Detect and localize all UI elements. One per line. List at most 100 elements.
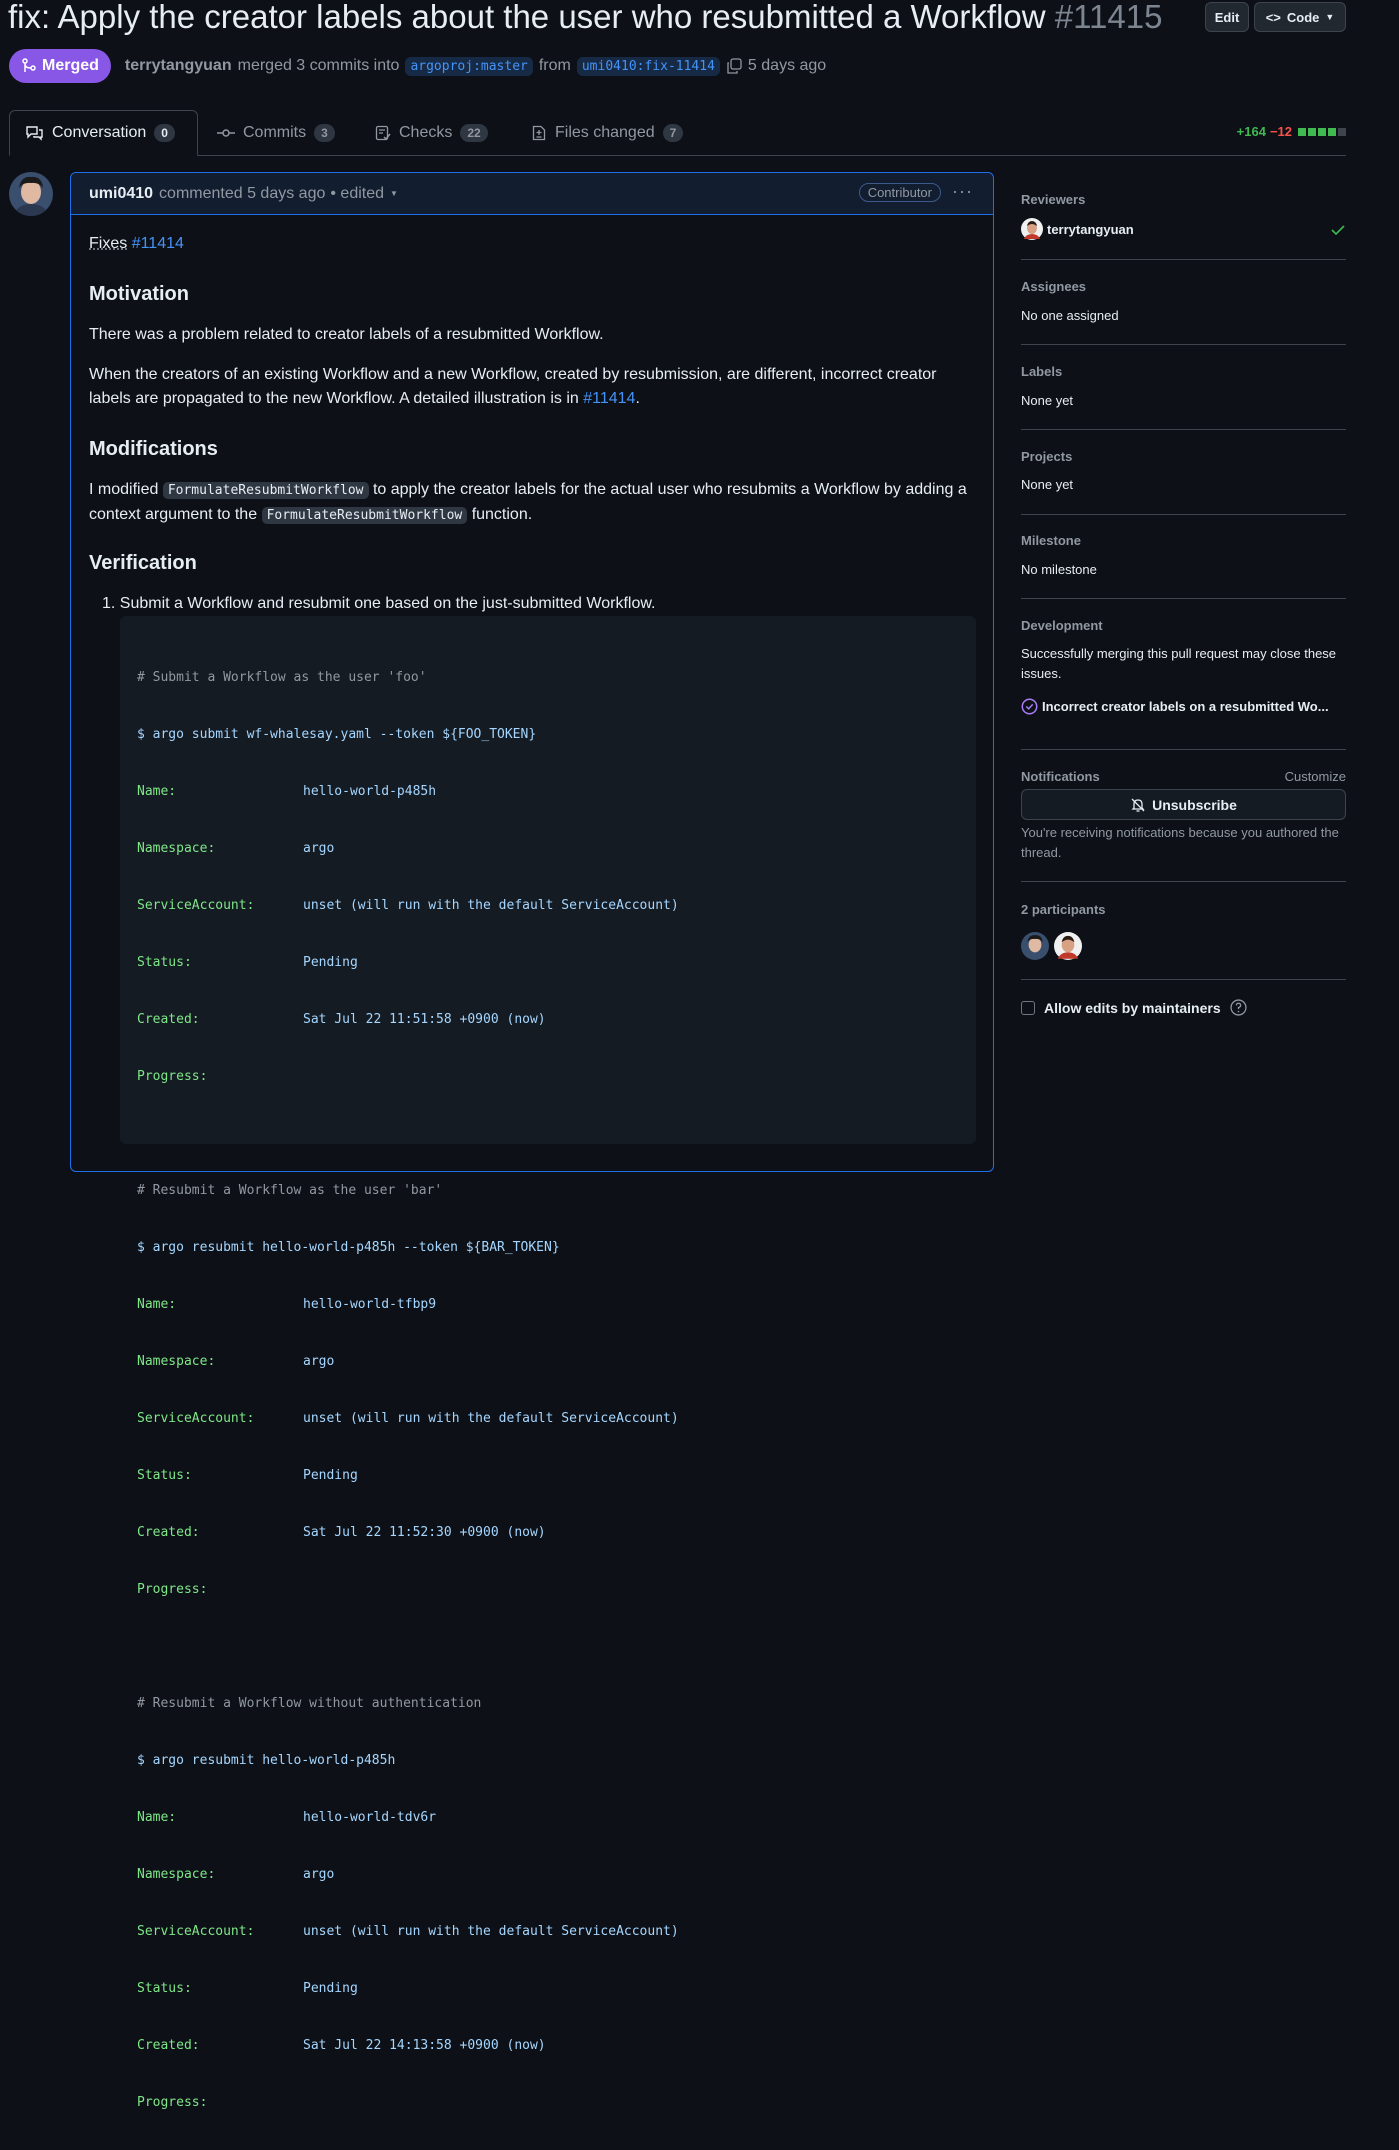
code-line: Name: hello-world-tfbp9 [137, 1295, 959, 1314]
fixes-line: Fixes #11414 [89, 232, 184, 256]
code-value: Sat Jul 22 11:51:58 +0900 (now) [303, 1012, 546, 1027]
code-value: Sat Jul 22 11:52:30 +0900 (now) [303, 1525, 546, 1540]
tab-files-changed[interactable]: Files changed 7 [531, 110, 683, 155]
labels-heading[interactable]: Labels [1021, 364, 1062, 379]
linked-issue-title[interactable]: Incorrect creator labels on a resubmitte… [1042, 699, 1329, 714]
code-key: ServiceAccount: [137, 1922, 303, 1941]
merger-link[interactable]: terrytangyuan [125, 57, 232, 75]
code-value: Pending [303, 955, 358, 970]
reviewer-item[interactable]: terrytangyuan [1021, 218, 1134, 240]
file-diff-icon [531, 125, 547, 141]
reviewers-heading[interactable]: Reviewers [1021, 192, 1085, 207]
code-line: Status: Pending [137, 953, 959, 972]
heading-motivation: Motivation [89, 282, 189, 306]
avatar [1021, 218, 1043, 240]
base-branch[interactable]: argoproj:master [405, 57, 532, 76]
milestone-value: No milestone [1021, 562, 1097, 577]
sidebar-milestone: Milestone No milestone [1021, 514, 1346, 599]
unsubscribe-button[interactable]: Unsubscribe [1021, 789, 1346, 820]
code-line: Status: Pending [137, 1466, 959, 1485]
assignees-heading[interactable]: Assignees [1021, 279, 1086, 294]
code-key: Namespace: [137, 1865, 303, 1884]
comment-timestamp[interactable]: commented 5 days ago [159, 185, 325, 203]
verification-step-1: 1. Submit a Workflow and resubmit one ba… [102, 592, 655, 616]
tab-checks-count: 22 [460, 124, 487, 142]
allow-edits-label[interactable]: Allow edits by maintainers [1044, 1000, 1221, 1016]
code-key: Status: [137, 953, 303, 972]
avatar[interactable] [1021, 932, 1049, 960]
bell-slash-icon [1130, 797, 1146, 813]
code-value: hello-world-tfbp9 [303, 1297, 436, 1312]
pr-title-text: fix: Apply the creator labels about the … [8, 0, 1046, 35]
tab-checks[interactable]: Checks 22 [375, 110, 488, 155]
code-line: Namespace: argo [137, 1865, 959, 1884]
code-key: Created: [137, 1523, 303, 1542]
code-value: argo [303, 841, 334, 856]
code-key: Created: [137, 1010, 303, 1029]
tab-commits-count: 3 [314, 124, 335, 142]
merged-badge: Merged [9, 49, 111, 83]
code-line: Progress: [137, 1067, 959, 1086]
code-line: Created: Sat Jul 22 14:13:58 +0900 (now) [137, 2036, 959, 2055]
code-line: Name: hello-world-p485h [137, 782, 959, 801]
motivation-text: When the creators of an existing Workflo… [89, 366, 937, 407]
tab-commits[interactable]: Commits 3 [217, 110, 335, 155]
git-merge-icon [21, 58, 37, 74]
code-line: ServiceAccount: unset (will run with the … [137, 896, 959, 915]
customize-link[interactable]: Customize [1285, 767, 1346, 787]
diffstat-bar [1338, 128, 1346, 136]
edit-button[interactable]: Edit [1205, 2, 1249, 32]
pr-tabs: Conversation 0 Commits 3 Checks 22 Files… [9, 110, 1346, 156]
merged-label: Merged [42, 57, 99, 75]
copy-icon[interactable] [726, 58, 742, 74]
code-key: Created: [137, 2036, 303, 2055]
tab-checks-label: Checks [399, 124, 452, 142]
comment-author[interactable]: umi0410 [89, 185, 153, 203]
issue-link[interactable]: #11414 [132, 235, 184, 252]
projects-heading[interactable]: Projects [1021, 449, 1072, 464]
linked-issue[interactable]: Incorrect creator labels on a resubmitte… [1021, 698, 1329, 715]
milestone-heading[interactable]: Milestone [1021, 533, 1081, 548]
modifications-paragraph: I modified FormulateResubmitWorkflow to … [89, 478, 979, 528]
code-icon: <> [1266, 10, 1281, 25]
code-line: Created: Sat Jul 22 11:51:58 +0900 (now) [137, 1010, 959, 1029]
diffstat-bar [1298, 128, 1306, 136]
tab-conversation[interactable]: Conversation 0 [9, 110, 198, 156]
avatar[interactable] [1054, 932, 1082, 960]
code-line: Name: hello-world-tdv6r [137, 1808, 959, 1827]
pr-header: fix: Apply the creator labels about the … [8, 0, 1348, 40]
head-branch[interactable]: umi0410:fix-11414 [577, 57, 720, 76]
mod-text-c: function. [472, 506, 532, 523]
heading-modifications: Modifications [89, 437, 218, 461]
avatar[interactable] [9, 172, 53, 216]
deletions-count: −12 [1270, 124, 1292, 139]
code-button[interactable]: <> Code ▼ [1254, 2, 1346, 32]
triangle-down-icon[interactable]: ▼ [390, 189, 398, 198]
diffstat-bars [1298, 128, 1346, 136]
sidebar-labels: Labels None yet [1021, 344, 1346, 430]
pr-meta: Merged terrytangyuan merged 3 commits in… [9, 48, 826, 84]
code-command: $ argo resubmit hello-world-p485h --toke… [137, 1238, 959, 1257]
development-heading[interactable]: Development [1021, 618, 1103, 633]
allow-edits-checkbox[interactable] [1021, 1001, 1035, 1015]
code-blank-line [137, 1637, 959, 1656]
code-key: ServiceAccount: [137, 896, 303, 915]
labels-value: None yet [1021, 393, 1073, 408]
code-key: Namespace: [137, 1352, 303, 1371]
reviewer-name[interactable]: terrytangyuan [1047, 222, 1134, 237]
pr-number: #11415 [1055, 0, 1163, 35]
additions-count: +164 [1237, 124, 1266, 139]
code-value: unset (will run with the default Service… [303, 898, 679, 913]
question-icon[interactable] [1230, 999, 1247, 1016]
code-command: $ argo submit wf-whalesay.yaml --token $… [137, 725, 959, 744]
inline-code: FormulateResubmitWorkflow [163, 482, 369, 499]
kebab-menu-icon[interactable]: ··· [952, 181, 973, 202]
notification-reason: You're receiving notifications because y… [1021, 823, 1346, 863]
unsubscribe-label: Unsubscribe [1152, 797, 1237, 813]
issue-link[interactable]: #11414 [583, 390, 635, 407]
code-line: ServiceAccount: unset (will run with the … [137, 1922, 959, 1941]
sidebar-participants: 2 participants [1021, 881, 1346, 980]
code-comment: # Resubmit a Workflow as the user 'bar' [137, 1181, 959, 1200]
edited-dropdown[interactable]: • edited [330, 185, 384, 203]
development-text: Successfully merging this pull request m… [1021, 644, 1341, 684]
